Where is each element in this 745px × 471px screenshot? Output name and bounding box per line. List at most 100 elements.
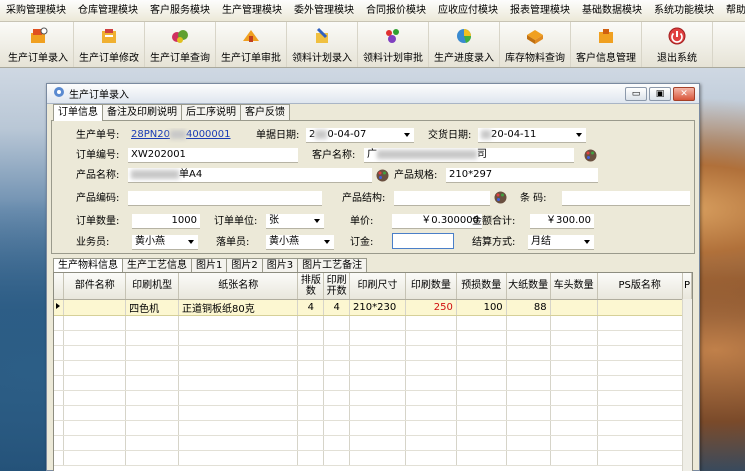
tab-post-process[interactable]: 后工序说明 <box>181 104 241 120</box>
table-row[interactable] <box>54 420 692 436</box>
table-row[interactable] <box>54 345 692 361</box>
progress-entry-icon <box>453 26 475 46</box>
cell-open[interactable]: 4 <box>323 299 351 316</box>
minimize-button[interactable]: ▭ <box>625 87 647 101</box>
product-structure-field[interactable] <box>394 191 490 206</box>
table-row[interactable] <box>54 330 692 346</box>
order-query-button[interactable]: 生产订单查询 <box>145 22 216 67</box>
tab-remarks-printing[interactable]: 备注及印刷说明 <box>102 104 182 120</box>
order-qty-field[interactable]: 1000 <box>132 214 200 229</box>
restore-button[interactable]: ▣ <box>649 87 671 101</box>
cell-part[interactable] <box>63 299 127 316</box>
barcode-label: 条 码: <box>520 193 547 204</box>
cell-paper[interactable]: 正道铜板纸80克 <box>178 299 299 316</box>
cell-ps-name[interactable] <box>597 299 683 316</box>
cell-big-qty[interactable]: 88 <box>506 299 551 316</box>
col-part-name[interactable]: 部件名称 <box>63 273 127 300</box>
production-no-field[interactable]: 28PN20 4000001 <box>128 128 248 143</box>
exit-button[interactable]: 退出系统 <box>642 22 713 67</box>
deposit-label: 订金: <box>350 237 374 248</box>
col-p[interactable]: P <box>682 273 692 300</box>
table-row[interactable] <box>54 375 692 391</box>
menu-help[interactable]: 帮助 <box>720 0 745 22</box>
table-row[interactable] <box>54 390 692 406</box>
product-name-field[interactable]: 单A4 <box>128 168 372 183</box>
col-head-qty[interactable]: 车头数量 <box>550 273 598 300</box>
doc-date-field[interactable]: 2 0-04-07 <box>306 128 414 143</box>
col-big-paper-qty[interactable]: 大纸数量 <box>506 273 551 300</box>
order-edit-icon <box>98 26 120 46</box>
tab-process-info[interactable]: 生产工艺信息 <box>122 258 192 272</box>
window-titlebar[interactable]: 生产订单录入 ▭ ▣ ✕ <box>47 84 699 104</box>
col-paper-name[interactable]: 纸张名称 <box>178 273 299 300</box>
col-print-open[interactable]: 印刷 开数 <box>323 273 351 300</box>
table-row[interactable] <box>54 315 692 331</box>
product-code-field[interactable] <box>128 191 322 206</box>
order-no-field[interactable]: XW202001 <box>128 148 298 163</box>
customer-field[interactable]: 广司 <box>364 148 574 163</box>
order-edit-button[interactable]: 生产订单修改 <box>74 22 145 67</box>
salesman-label: 业务员: <box>76 237 110 248</box>
settlement-select[interactable]: 月结 <box>528 235 594 250</box>
close-button[interactable]: ✕ <box>673 87 695 101</box>
cell-press[interactable]: 四色机 <box>125 299 179 316</box>
customer-picker-icon[interactable] <box>584 149 597 162</box>
product-name-picker-icon[interactable] <box>376 169 389 182</box>
tab-image-process-remarks[interactable]: 图片工艺备注 <box>297 258 368 272</box>
col-press-model[interactable]: 印刷机型 <box>125 273 179 300</box>
progress-entry-button[interactable]: 生产进度录入 <box>429 22 500 67</box>
salesman-select[interactable]: 黄小燕 <box>132 235 198 250</box>
menu-contract-quote[interactable]: 合同报价模块 <box>360 0 432 22</box>
menu-customer-service[interactable]: 客户服务模块 <box>144 0 216 22</box>
tab-image-3[interactable]: 图片3 <box>261 258 299 272</box>
scheduler-select[interactable]: 黄小燕 <box>266 235 334 250</box>
menu-production[interactable]: 生产管理模块 <box>216 0 288 22</box>
product-spec-field[interactable]: 210*297 <box>446 168 598 183</box>
table-row[interactable] <box>54 450 692 466</box>
menu-purchase[interactable]: 采购管理模块 <box>0 0 72 22</box>
unit-price-field[interactable]: ￥0.300000 <box>392 214 482 229</box>
doc-date-label: 单据日期: <box>256 130 300 141</box>
production-no-label: 生产单号: <box>76 130 120 141</box>
cell-loss-qty[interactable]: 100 <box>456 299 507 316</box>
table-row[interactable] <box>54 405 692 421</box>
product-code-label: 产品编码: <box>76 193 120 204</box>
tab-order-info[interactable]: 订单信息 <box>53 104 103 121</box>
cell-layout[interactable]: 4 <box>297 299 325 316</box>
deposit-field[interactable] <box>392 233 454 249</box>
col-loss-qty[interactable]: 预损数量 <box>456 273 507 300</box>
menu-warehouse[interactable]: 仓库管理模块 <box>72 0 144 22</box>
cell-print-qty[interactable]: 250 <box>405 299 457 316</box>
col-layout-count[interactable]: 排版 数 <box>297 273 325 300</box>
cell-size[interactable]: 210*230 <box>349 299 406 316</box>
customer-info-button[interactable]: 客户信息管理 <box>571 22 642 67</box>
tab-image-1[interactable]: 图片1 <box>191 258 228 272</box>
menu-reports[interactable]: 报表管理模块 <box>504 0 576 22</box>
menu-outsourcing[interactable]: 委外管理模块 <box>288 0 360 22</box>
menu-base-data[interactable]: 基础数据模块 <box>576 0 648 22</box>
material-plan-entry-button[interactable]: 领料计划录入 <box>287 22 358 67</box>
material-plan-approve-button[interactable]: 领料计划审批 <box>358 22 429 67</box>
order-approve-button[interactable]: 生产订单审批 <box>216 22 287 67</box>
col-print-qty[interactable]: 印刷数量 <box>405 273 457 300</box>
tab-material-info[interactable]: 生产物料信息 <box>53 258 123 272</box>
table-row[interactable] <box>54 360 692 376</box>
order-unit-select[interactable]: 张 <box>266 214 324 229</box>
inventory-query-button[interactable]: 库存物料查询 <box>500 22 571 67</box>
order-entry-button[interactable]: 生产订单录入 <box>3 22 74 67</box>
menu-receivable-payable[interactable]: 应收应付模块 <box>432 0 504 22</box>
tab-image-2[interactable]: 图片2 <box>226 258 263 272</box>
cell-head-qty[interactable] <box>550 299 598 316</box>
col-ps-plate-name[interactable]: PS版名称 <box>597 273 683 300</box>
delivery-date-field[interactable]: 20-04-11 <box>478 128 586 143</box>
table-row[interactable]: 四色机 正道铜板纸80克 4 4 210*230 250 100 88 <box>54 299 692 316</box>
barcode-field[interactable] <box>562 191 690 206</box>
product-structure-picker-icon[interactable] <box>494 191 507 204</box>
menu-system[interactable]: 系统功能模块 <box>648 0 720 22</box>
table-header: 部件名称 印刷机型 纸张名称 排版 数 印刷 开数 印刷尺寸 印刷数量 预损数量… <box>54 273 692 300</box>
col-print-size[interactable]: 印刷尺寸 <box>349 273 406 300</box>
material-table: 部件名称 印刷机型 纸张名称 排版 数 印刷 开数 印刷尺寸 印刷数量 预损数量… <box>54 273 692 466</box>
tab-customer-feedback[interactable]: 客户反馈 <box>240 104 290 120</box>
table-row[interactable] <box>54 435 692 451</box>
grid-vertical-scrollbar[interactable] <box>682 299 692 471</box>
